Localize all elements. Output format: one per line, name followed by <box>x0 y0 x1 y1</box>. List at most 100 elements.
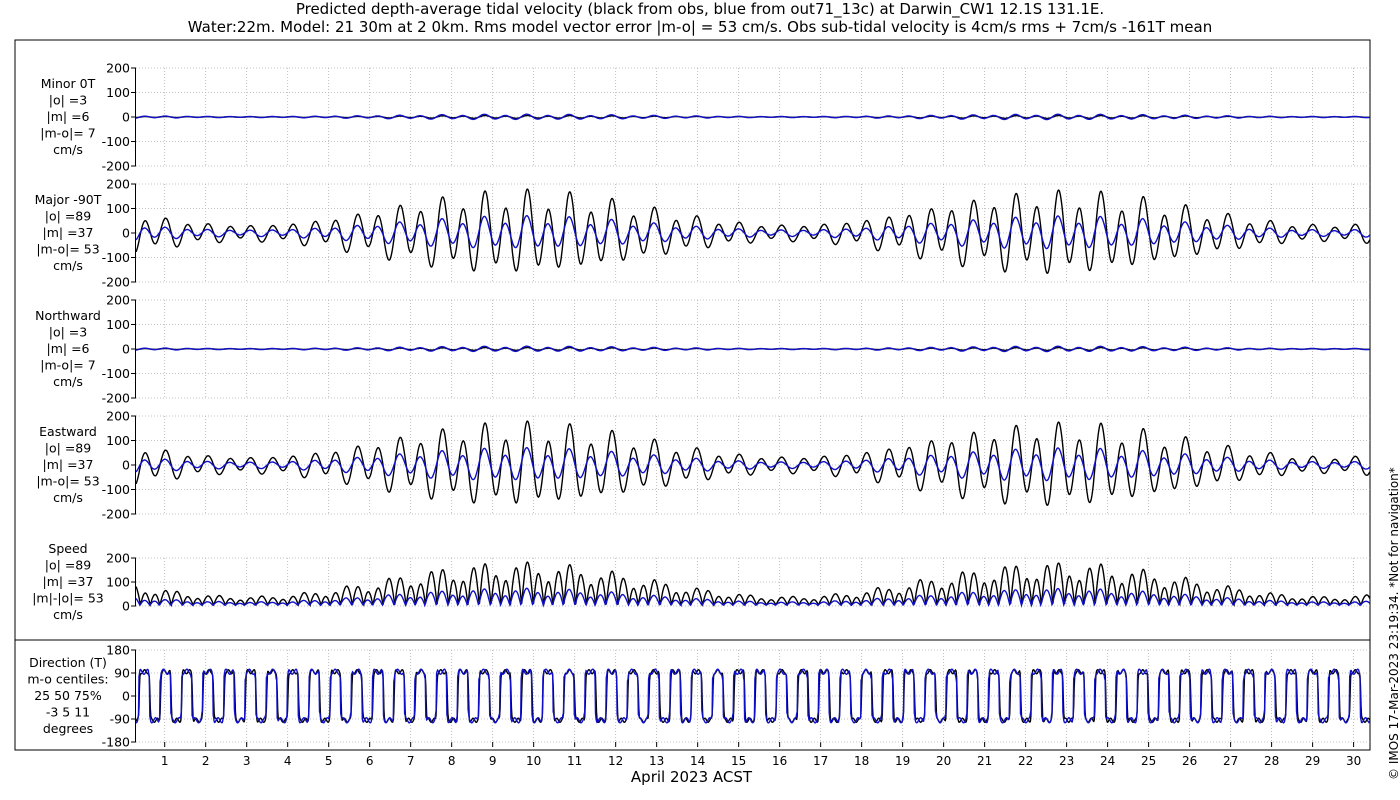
panel-label-line: m-o centiles: <box>27 672 108 687</box>
y-tick-label: 100 <box>106 317 130 332</box>
y-tick-label: 0 <box>122 110 130 125</box>
x-tick-label: 10 <box>526 754 541 768</box>
x-tick-label: 25 <box>1141 754 1156 768</box>
series-model-minor <box>136 113 1370 121</box>
x-tick-label: 21 <box>977 754 992 768</box>
x-tick-label: 13 <box>649 754 664 768</box>
y-tick-label: -100 <box>102 366 130 381</box>
panel-label-line: |m-o|= 7 <box>40 358 95 373</box>
panel-label-line: |m-o|= 53 <box>36 242 99 257</box>
panel-label-line: |o| =3 <box>49 325 87 340</box>
series-obs-east <box>136 420 1370 506</box>
y-tick-label: 100 <box>106 201 130 216</box>
y-tick-label: 0 <box>122 226 130 241</box>
x-tick-label: 17 <box>813 754 828 768</box>
x-axis: 1 2 3 4 5 6 7 8 9 10 11 12 13 14 15 16 17 18 19 20 21 22 23 24 2… <box>161 742 1361 768</box>
x-tick-label: 28 <box>1264 754 1279 768</box>
panel-east: 200 100 0 -100 -200 Eastward |o| =89|m| =37 |m-… <box>36 409 1370 522</box>
y-tick-label: 200 <box>106 551 130 566</box>
y-tick-label: 0 <box>122 342 130 357</box>
panel-label-line: |m| =37 <box>43 574 94 589</box>
panel-label-line: cm/s <box>53 607 83 622</box>
x-tick-label: 7 <box>407 754 415 768</box>
series-model-north <box>136 345 1370 353</box>
x-tick-label: 14 <box>690 754 705 768</box>
panel-direction: 180 90 0 -90 -180 Direction (T) m-o centiles:2… <box>27 643 1370 750</box>
x-tick-label: 29 <box>1305 754 1320 768</box>
x-tick-label: 8 <box>448 754 456 768</box>
x-tick-label: 23 <box>1059 754 1074 768</box>
y-tick-label: -200 <box>102 391 130 406</box>
x-tick-label: 9 <box>489 754 497 768</box>
x-tick-label: 11 <box>567 754 582 768</box>
panel-label-line: Major -90T <box>35 192 102 207</box>
panel-label-line: |m| =37 <box>43 457 94 472</box>
series-obs-speed <box>136 561 1370 608</box>
panel-label-line: |m-o|= 53 <box>36 474 99 489</box>
panel-label-line: Eastward <box>39 424 97 439</box>
panel-label-line: |m| =6 <box>47 341 90 356</box>
x-tick-label: 27 <box>1223 754 1238 768</box>
x-tick-label: 22 <box>1018 754 1033 768</box>
y-tick-label: 100 <box>106 433 130 448</box>
upper-frame <box>14 39 1371 641</box>
y-tick-label: -180 <box>102 735 130 750</box>
x-axis-label: April 2023 ACST <box>630 768 753 786</box>
x-tick-label: 4 <box>284 754 292 768</box>
x-tick-label: 26 <box>1182 754 1197 768</box>
panel-label-line: cm/s <box>53 142 83 157</box>
x-tick-label: 5 <box>325 754 333 768</box>
panel-label-line: |o| =89 <box>45 558 91 573</box>
y-tick-label: 200 <box>106 293 130 308</box>
panel-label-line: Speed <box>48 541 87 556</box>
y-tick-label: 0 <box>122 599 130 614</box>
lower-frame <box>14 639 1371 751</box>
y-tick-label: 200 <box>106 177 130 192</box>
x-tick-label: 15 <box>731 754 746 768</box>
x-tick-label: 19 <box>895 754 910 768</box>
panel-north: 200 100 0 -100 -200 Northward |o| =3|m| =6 |m-o… <box>35 293 1370 406</box>
panel-speed: 200 100 0 Speed |o| =89|m| =37 |m|-|o|= 53cm/… <box>32 541 1370 622</box>
panel-label-line: cm/s <box>53 490 83 505</box>
y-tick-label: 200 <box>106 409 130 424</box>
series-obs-direction <box>136 668 1370 724</box>
panel-label-line: degrees <box>43 721 93 736</box>
x-tick-label: 16 <box>772 754 787 768</box>
y-tick-label: -90 <box>110 712 130 727</box>
y-tick-label: 100 <box>106 575 130 590</box>
panel-label-line: 25 50 75% <box>34 688 102 703</box>
panel-label-line: |o| =89 <box>45 209 91 224</box>
series-obs-major <box>136 188 1370 274</box>
y-tick-label: 90 <box>114 666 130 681</box>
y-tick-label: 100 <box>106 85 130 100</box>
panel-label-line: Direction (T) <box>29 655 107 670</box>
panel-label-line: Northward <box>35 308 101 323</box>
panel-label-line: |m|-|o|= 53 <box>32 591 104 606</box>
panel-label-line: |m| =6 <box>47 109 90 124</box>
panel-label-line: cm/s <box>53 374 83 389</box>
y-tick-label: -100 <box>102 482 130 497</box>
x-tick-label: 18 <box>854 754 869 768</box>
x-tick-label: 2 <box>202 754 210 768</box>
panel-minor: 200 100 0 -100 -200 Minor 0T |o| =3|m| =6 |m-o|… <box>40 61 1370 174</box>
y-tick-label: -200 <box>102 507 130 522</box>
panel-label-line: cm/s <box>53 258 83 273</box>
y-tick-label: 0 <box>122 689 130 704</box>
panel-label-line: |m-o|= 7 <box>40 126 95 141</box>
panel-major: 200 100 0 -100 -200 Major -90T |o| =89|m| =37 |… <box>35 177 1370 290</box>
x-tick-label: 3 <box>243 754 251 768</box>
y-tick-label: 180 <box>106 643 130 658</box>
y-tick-label: -200 <box>102 275 130 290</box>
y-tick-label: 200 <box>106 61 130 76</box>
y-tick-label: -100 <box>102 250 130 265</box>
panel-label-line: Minor 0T <box>41 76 96 91</box>
panel-label-line: |m| =37 <box>43 225 94 240</box>
panel-label-line: -3 5 11 <box>46 705 90 720</box>
x-tick-label: 30 <box>1346 754 1361 768</box>
y-tick-label: 0 <box>122 458 130 473</box>
y-tick-label: -100 <box>102 134 130 149</box>
credit-note: © IMOS 17-Mar-2023 23:19:34. *Not for na… <box>1387 467 1400 780</box>
x-tick-label: 24 <box>1100 754 1115 768</box>
x-tick-label: 1 <box>161 754 169 768</box>
panel-label-line: |o| =3 <box>49 93 87 108</box>
